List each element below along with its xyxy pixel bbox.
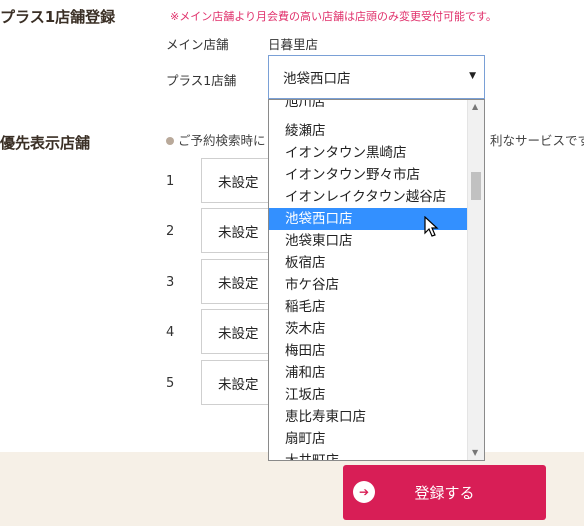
store-dropdown-list[interactable]: 旭川店 綾瀬店 イオンタウン黒崎店 イオンタウン野々市店 イオンレイクタウン越谷… <box>268 99 485 461</box>
dropdown-option[interactable]: 市ケ谷店 <box>269 274 469 296</box>
dropdown-option[interactable]: 扇町店 <box>269 428 469 450</box>
dropdown-option[interactable]: 浦和店 <box>269 362 469 384</box>
plus-store-notice: ※メイン店舗より月会費の高い店舗は店頭のみ変更受付可能です。 <box>170 10 497 23</box>
dropdown-scrollbar[interactable]: ▲ ▼ <box>467 100 484 460</box>
plus-store-select[interactable]: 池袋西口店 ▼ <box>268 55 485 99</box>
dropdown-option[interactable]: 板宿店 <box>269 252 469 274</box>
dropdown-option[interactable]: 江坂店 <box>269 384 469 406</box>
dropdown-option[interactable]: 梅田店 <box>269 340 469 362</box>
arrow-circle-icon: ➔ <box>353 481 375 503</box>
plus-store-title: プラス1店舗登録 <box>0 8 116 26</box>
priority-row-number: 2 <box>166 224 175 239</box>
register-button[interactable]: ➔ 登録する <box>343 465 546 520</box>
plus-store-select-value: 池袋西口店 <box>283 71 351 87</box>
dropdown-option[interactable]: 恵比寿東口店 <box>269 406 469 428</box>
priority-row-number: 4 <box>166 325 175 340</box>
priority-description-left: ご予約検索時に <box>166 130 266 149</box>
main-store-value: 日暮里店 <box>268 37 319 52</box>
priority-description-right: 利なサービスです <box>490 133 584 148</box>
dropdown-option[interactable]: 旭川店 <box>269 100 469 113</box>
dropdown-arrow-icon: ▼ <box>469 71 476 81</box>
scrollbar-thumb[interactable] <box>471 172 481 200</box>
dropdown-option[interactable]: 大井町店 <box>269 450 469 460</box>
dropdown-option[interactable]: 茨木店 <box>269 318 469 340</box>
bullet-icon <box>166 137 174 145</box>
priority-row-number: 1 <box>166 174 175 189</box>
dropdown-option[interactable]: 綾瀬店 <box>269 120 469 142</box>
dropdown-option[interactable]: 稲毛店 <box>269 296 469 318</box>
priority-row-number: 3 <box>166 275 175 290</box>
mouse-cursor-icon <box>424 216 439 237</box>
dropdown-option[interactable]: イオンタウン黒崎店 <box>269 142 469 164</box>
priority-row-number: 5 <box>166 376 175 391</box>
scroll-up-icon[interactable]: ▲ <box>472 102 478 111</box>
dropdown-option[interactable]: イオンタウン野々市店 <box>269 164 469 186</box>
scroll-down-icon[interactable]: ▼ <box>472 448 478 457</box>
register-button-label: 登録する <box>414 484 475 502</box>
main-store-label: メイン店舗 <box>166 37 229 52</box>
plus-store-label: プラス1店舗 <box>166 73 237 88</box>
dropdown-option[interactable]: イオンレイクタウン越谷店 <box>269 186 469 208</box>
priority-title: 優先表示店舗 <box>0 134 91 152</box>
